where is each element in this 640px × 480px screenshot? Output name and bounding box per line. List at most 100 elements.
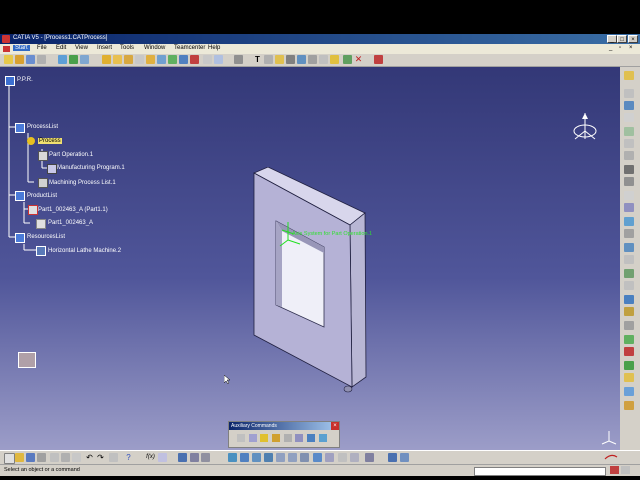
redo-icon[interactable]: ↷ [96, 453, 105, 462]
swap-visible-icon[interactable] [350, 453, 359, 462]
print-file-icon[interactable] [37, 453, 46, 462]
floating-tool-icon[interactable] [18, 352, 36, 368]
pp-word-icon[interactable] [295, 434, 303, 442]
compass-icon[interactable] [570, 111, 600, 147]
tool-assembly-icon[interactable] [624, 281, 634, 290]
thread-icon[interactable] [624, 203, 634, 212]
analysis-icon[interactable] [203, 55, 212, 64]
3d-viewport[interactable]: P.P.R. ProcessList Process Part Operatio… [0, 67, 620, 450]
tree-machining-process-list[interactable]: Machining Process List.1 [49, 180, 116, 186]
zoom-out-icon[interactable] [288, 453, 297, 462]
groove-icon[interactable] [624, 191, 634, 200]
save-file-icon[interactable] [26, 453, 35, 462]
text-icon[interactable]: T [253, 55, 262, 64]
facing-icon[interactable] [624, 139, 634, 148]
tree-product-list[interactable]: ProductList [27, 193, 57, 199]
pan-icon[interactable] [252, 453, 261, 462]
close-button[interactable]: × [628, 35, 638, 43]
auxiliary-commands-toolbar[interactable]: Auxiliary Commands × [228, 421, 340, 448]
undo-icon[interactable]: ↶ [85, 453, 94, 462]
new-file-icon[interactable] [4, 453, 15, 464]
3d-part-model[interactable] [240, 167, 380, 397]
product-list-icon[interactable] [15, 191, 25, 201]
menu-teamcenter[interactable]: Teamcenter [174, 45, 205, 51]
sequential-icon[interactable] [624, 255, 634, 264]
point-to-point-icon[interactable] [624, 165, 634, 174]
machine-icon[interactable] [102, 55, 111, 64]
check-icon[interactable] [624, 361, 634, 370]
curve-following-icon[interactable] [624, 177, 634, 186]
command-input[interactable] [474, 467, 606, 476]
ppr-tree-icon[interactable] [58, 55, 67, 64]
menu-insert[interactable]: Insert [97, 45, 112, 51]
fit-all-icon[interactable] [240, 453, 249, 462]
menu-file[interactable]: File [37, 45, 47, 51]
measure-item-icon[interactable] [201, 453, 210, 462]
tree-part1-instance[interactable]: Part1_002463_A (Part1.1) [38, 207, 108, 213]
camera-icon[interactable] [286, 55, 295, 64]
report-icon[interactable] [624, 401, 634, 410]
pp-instruction-icon[interactable] [146, 55, 155, 64]
delete-icon[interactable]: ✕ [354, 55, 363, 64]
filter-icon[interactable] [69, 55, 78, 64]
tool-motion-icon[interactable] [272, 434, 280, 442]
part-instance-icon[interactable] [28, 205, 38, 215]
menu-tools[interactable]: Tools [120, 45, 134, 51]
status-extra-icon[interactable] [621, 466, 630, 474]
tree-part1[interactable]: Part1_002463_A [48, 220, 93, 226]
offset-icon[interactable] [284, 434, 292, 442]
resources-list-icon[interactable] [15, 233, 25, 243]
formula-icon[interactable]: f(x) [146, 453, 155, 462]
cut-icon[interactable] [50, 453, 59, 462]
comment-icon[interactable] [158, 453, 167, 462]
maximize-button[interactable]: □ [617, 35, 627, 43]
new-icon[interactable] [4, 55, 13, 64]
update-icon[interactable] [214, 55, 223, 64]
drilling-op-icon[interactable] [624, 89, 634, 98]
simulate-icon[interactable] [624, 335, 634, 344]
stop-command-icon[interactable] [610, 466, 619, 474]
simulation-icon[interactable] [168, 55, 177, 64]
doc-icon[interactable] [624, 387, 634, 396]
lathe-machine-icon[interactable] [36, 246, 46, 256]
lock-icon[interactable] [275, 55, 284, 64]
tree-root-ppr[interactable]: P.P.R. [17, 77, 33, 83]
nc-output-icon[interactable] [179, 55, 188, 64]
render-icon[interactable] [400, 453, 409, 462]
knowledge-icon[interactable] [343, 55, 352, 64]
tree-part-operation[interactable]: Part Operation.1 [49, 152, 93, 158]
stop-icon[interactable] [624, 347, 634, 356]
table-icon[interactable] [307, 434, 315, 442]
whats-this-icon[interactable] [374, 55, 383, 64]
grid-icon[interactable] [237, 434, 245, 442]
menu-help[interactable]: Help [208, 45, 220, 51]
holder-icon[interactable] [624, 307, 634, 316]
annotation-icon[interactable] [264, 55, 273, 64]
rotate-icon[interactable] [264, 453, 273, 462]
menu-window[interactable]: Window [144, 45, 165, 51]
tool-icon[interactable] [624, 101, 634, 110]
part-operation-icon[interactable] [38, 151, 48, 161]
machining-axis-icon[interactable] [624, 269, 634, 278]
finishing-icon[interactable] [624, 229, 634, 238]
manufacturing-program-icon[interactable] [47, 164, 57, 174]
machining-process-list-icon[interactable] [38, 178, 48, 188]
measure-icon[interactable] [297, 55, 306, 64]
minimize-button[interactable]: _ [607, 35, 617, 43]
view-mode-icon[interactable] [365, 453, 374, 462]
tree-process[interactable]: Process [38, 138, 62, 144]
hide-show-icon[interactable] [338, 453, 347, 462]
tree-resources-list[interactable]: ResourcesList [27, 234, 65, 240]
catalog-icon[interactable] [178, 453, 187, 462]
auxiliary-commands-title[interactable]: Auxiliary Commands [229, 422, 339, 430]
aux-close-button[interactable]: × [331, 422, 339, 430]
apt-icon[interactable] [190, 55, 199, 64]
part-icon[interactable] [36, 219, 46, 229]
zoom-in-icon[interactable] [276, 453, 285, 462]
stock-icon[interactable] [624, 321, 634, 330]
pocket-icon[interactable] [624, 127, 634, 136]
shading-icon[interactable] [325, 453, 334, 462]
macro-icon[interactable] [319, 434, 327, 442]
compass-icon[interactable] [319, 55, 328, 64]
machine-rotation-icon[interactable] [260, 434, 268, 442]
